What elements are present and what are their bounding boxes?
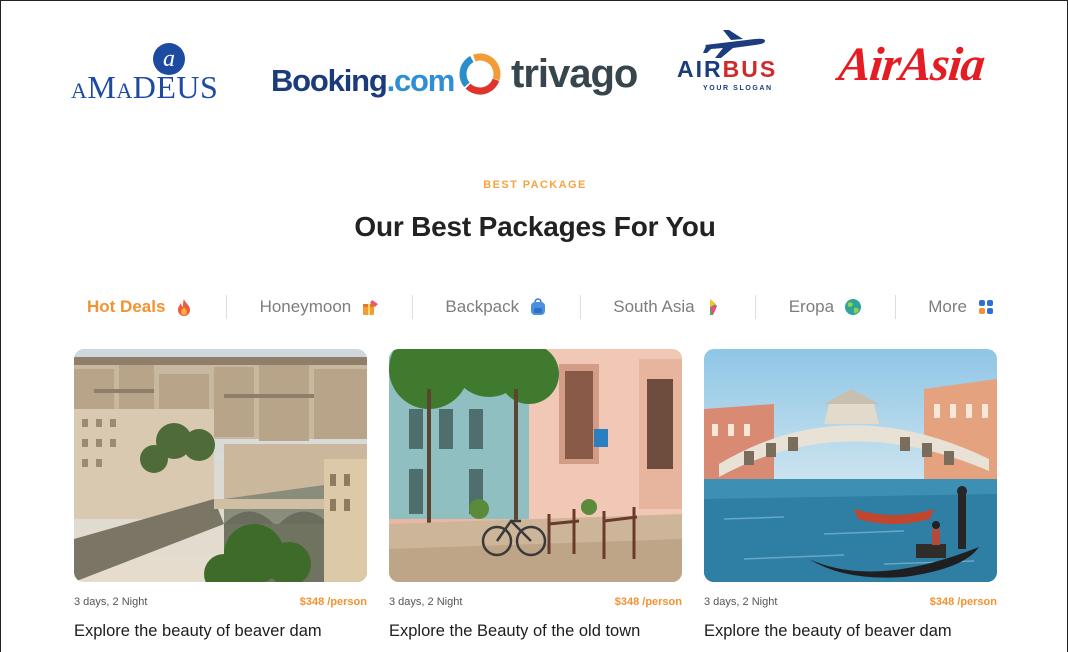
tab-label: South Asia <box>613 297 695 316</box>
airbus-bus: BUS <box>722 56 778 82</box>
amadeus-logo: a aMaDEUS <box>71 43 271 105</box>
package-price: $348 /person <box>929 596 997 608</box>
flag-icon <box>705 298 723 316</box>
section-eyebrow: BEST PACKAGE <box>483 179 587 191</box>
tab-label: Eropa <box>788 297 835 316</box>
tab-south-asia[interactable]: South Asia <box>601 293 734 321</box>
tab-honeymoon[interactable]: Honeymoon <box>248 293 392 321</box>
package-card[interactable]: 3 days, 2 Night $348 /person Explore the… <box>704 349 997 641</box>
trivago-logo: trivago <box>457 51 638 97</box>
trivago-wordmark: trivago <box>511 51 638 96</box>
package-duration: 3 days, 2 Night <box>74 596 148 608</box>
airbus-air: AIR <box>677 56 723 82</box>
tab-hot-deals[interactable]: Hot Deals <box>75 293 205 321</box>
tab-eropa[interactable]: Eropa <box>777 293 874 321</box>
booking-domain: .com <box>386 63 456 98</box>
tab-label: More <box>928 297 967 316</box>
package-duration: 3 days, 2 Night <box>704 596 778 608</box>
airbus-slogan: YOUR SLOGAN <box>703 85 773 92</box>
gift-icon <box>361 298 379 316</box>
tab-divider <box>755 295 757 319</box>
booking-wordmark: Booking <box>271 63 388 98</box>
backpack-icon <box>529 298 547 316</box>
tab-more[interactable]: More <box>916 293 1005 321</box>
section-title: Our Best Packages For You <box>354 211 716 242</box>
airplane-icon <box>703 30 765 58</box>
package-image[interactable] <box>389 349 682 582</box>
amadeus-wordmark: aMaDEUS <box>71 69 219 105</box>
airasia-logo: AirAsia <box>836 38 987 91</box>
airbus-wordmark: AIRBUS <box>677 56 777 83</box>
tab-divider <box>226 295 227 319</box>
package-title[interactable]: Explore the beauty of beaver dam <box>74 622 367 641</box>
package-title[interactable]: Explore the Beauty of the old town <box>389 622 682 641</box>
airbus-logo: AIRBUS YOUR SLOGAN <box>677 29 807 101</box>
package-duration: 3 days, 2 Night <box>389 596 463 608</box>
trivago-ring-icon <box>459 53 501 95</box>
old-town-street-image <box>389 349 682 582</box>
package-image[interactable] <box>74 349 367 582</box>
package-card[interactable]: 3 days, 2 Night $348 /person Explore the… <box>74 349 367 641</box>
partner-logos: a aMaDEUS Booking .com trivago AIRBUS YOU… <box>65 30 1015 109</box>
page: a aMaDEUS Booking .com trivago AIRBUS YOU… <box>0 0 1068 652</box>
package-image[interactable] <box>704 349 997 582</box>
booking-logo: Booking .com <box>271 63 456 99</box>
tab-label: Honeymoon <box>259 297 352 316</box>
venice-rialto-image <box>704 349 997 582</box>
tab-backpack[interactable]: Backpack <box>433 293 559 321</box>
tab-divider <box>579 295 581 319</box>
package-tabs: Hot Deals Honeymoon Backpack South Asia … <box>75 293 1005 321</box>
tab-label: Backpack <box>445 297 520 316</box>
grid-icon <box>977 298 995 316</box>
globe-icon <box>844 298 862 316</box>
fire-icon <box>175 298 193 316</box>
package-card[interactable]: 3 days, 2 Night $348 /person Explore the… <box>389 349 682 641</box>
package-title[interactable]: Explore the beauty of beaver dam <box>704 622 997 641</box>
package-price: $348 /person <box>614 596 682 608</box>
tab-label: Hot Deals <box>87 297 166 316</box>
tab-divider <box>411 295 413 319</box>
package-price: $348 /person <box>299 596 367 608</box>
paris-cityscape-image <box>74 349 367 582</box>
tab-divider <box>894 295 896 319</box>
